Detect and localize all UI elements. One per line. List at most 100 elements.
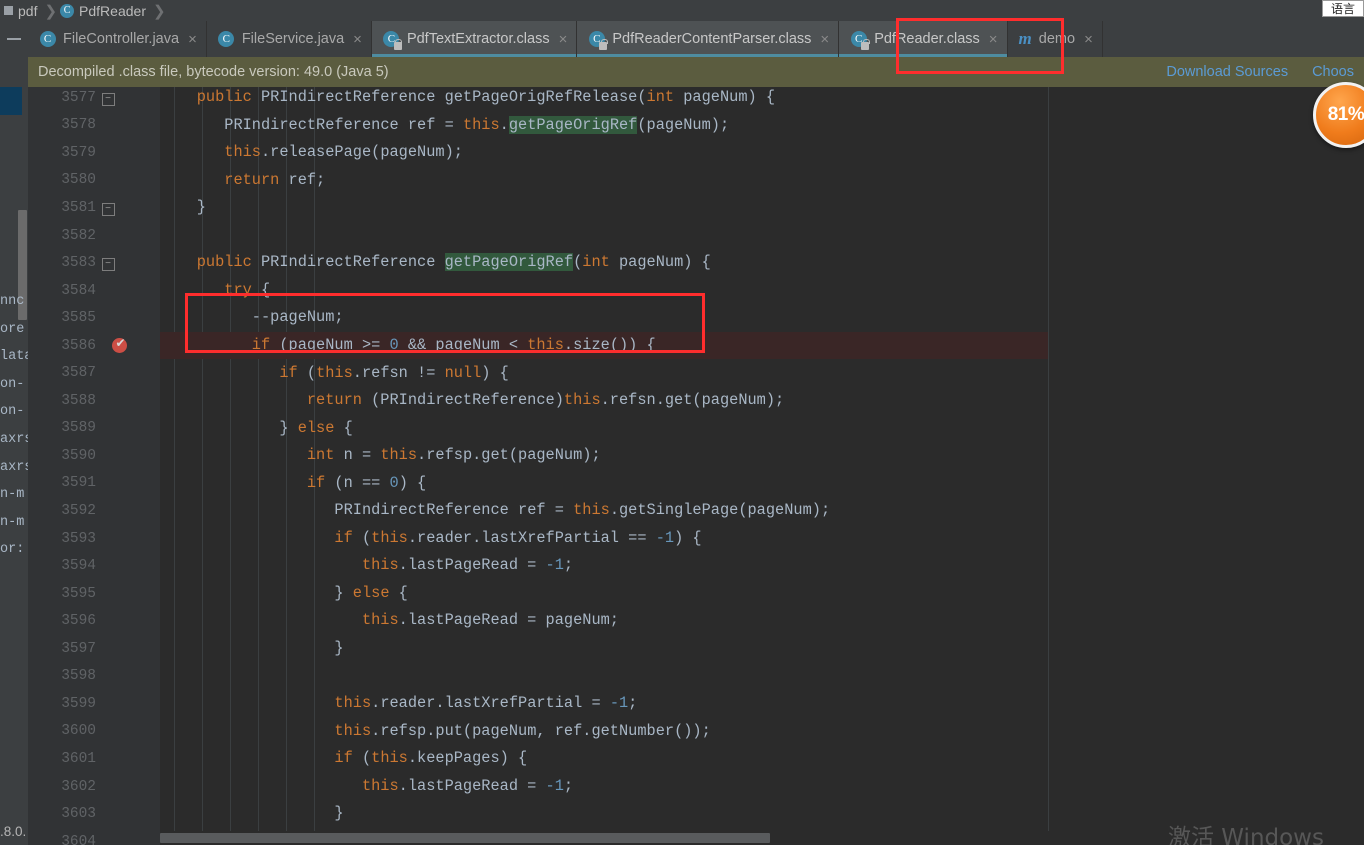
gutter-row[interactable]: 3590 <box>28 442 160 470</box>
line-number: 3593 <box>61 530 96 547</box>
code-token: this <box>371 749 408 768</box>
decompiled-notice-bar: Decompiled .class file, bytecode version… <box>28 57 1364 87</box>
tab-close-icon[interactable]: × <box>820 32 829 47</box>
code-token: if <box>279 363 298 382</box>
line-number: 3602 <box>61 778 96 795</box>
breakpoint-icon[interactable]: ✔ <box>112 337 127 353</box>
gutter-row[interactable]: 3604 <box>28 828 160 845</box>
gutter-row[interactable]: 3582 <box>28 222 160 250</box>
breadcrumb-item-module[interactable]: pdf <box>4 0 39 21</box>
code-editor[interactable]: 3577−3578 3579 3580 3581−3582 3583−3584 3585 3… <box>28 87 1364 845</box>
code-token: pageNum) { <box>609 253 711 272</box>
editor-gutter[interactable]: 3577−3578 3579 3580 3581−3582 3583−3584 3585 3… <box>28 87 160 845</box>
tab-close-icon[interactable]: × <box>989 32 998 47</box>
tab-close-icon[interactable]: × <box>188 32 197 47</box>
gutter-row[interactable]: 3589 <box>28 415 160 443</box>
code-token: this <box>361 556 399 575</box>
left-panel-clipped-labels: nnc ore latal on-on-axrs axrs n-m n-m or: <box>0 288 28 564</box>
gutter-row[interactable]: 3578 <box>28 112 160 140</box>
tab-label: PdfReaderContentParser.class <box>612 31 812 47</box>
line-number: 3583 <box>61 255 96 272</box>
gutter-row[interactable]: 3601 <box>28 745 160 773</box>
tab-pdf-text-extractor[interactable]: C PdfTextExtractor.class × <box>371 21 578 57</box>
code-token: .releasePage(pageNum); <box>260 143 463 162</box>
code-token: ( <box>352 528 372 547</box>
lock-icon <box>599 38 608 50</box>
gutter-row[interactable]: 3600 <box>28 718 160 746</box>
language-popup-chip[interactable]: 语言 <box>1322 0 1364 17</box>
left-panel-clipped-label: axrs <box>0 459 28 475</box>
gutter-row[interactable]: 3602 <box>28 773 160 801</box>
line-number: 3597 <box>61 640 96 657</box>
tab-file-service[interactable]: C FileService.java × <box>206 21 372 57</box>
code-token: if <box>334 749 353 768</box>
tab-pdf-reader-content-parser[interactable]: C PdfReaderContentParser.class × <box>577 21 840 57</box>
gutter-row[interactable]: 3596 <box>28 607 160 635</box>
gutter-row[interactable]: 3595 <box>28 580 160 608</box>
gutter-row[interactable]: 3580 <box>28 167 160 195</box>
tab-pdf-reader[interactable]: C PdfReader.class × <box>839 21 1008 57</box>
gutter-row[interactable]: 3586 <box>28 332 160 360</box>
breadcrumb-item-class[interactable]: C PdfReader <box>60 0 148 21</box>
code-token: } <box>334 639 344 657</box>
fold-marker[interactable]: − <box>98 90 118 106</box>
tab-close-icon[interactable]: × <box>559 32 568 47</box>
code-token: this <box>380 446 418 465</box>
gutter-row[interactable]: 3584 <box>28 277 160 305</box>
gutter-row[interactable]: 3591 <box>28 470 160 498</box>
code-token: this <box>371 528 408 547</box>
left-strip-selection[interactable] <box>0 87 22 115</box>
code-token: int <box>582 253 610 272</box>
gutter-row[interactable]: 3588 <box>28 387 160 415</box>
line-number: 3603 <box>61 806 96 823</box>
gutter-row[interactable]: 3583− <box>28 249 160 277</box>
gutter-row[interactable]: 3581− <box>28 194 160 222</box>
gutter-row[interactable]: 3599 <box>28 690 160 718</box>
code-token: 0 <box>389 473 399 492</box>
tab-close-icon[interactable]: × <box>353 32 362 47</box>
editor-code-area[interactable]: public PRIndirectReference getPageOrigRe… <box>160 87 1364 845</box>
code-token: this <box>563 391 601 410</box>
code-token: this <box>316 363 353 382</box>
gutter-row[interactable]: 3585 <box>28 304 160 332</box>
tab-file-controller[interactable]: C FileController.java × <box>28 21 207 57</box>
code-token: { <box>251 280 271 299</box>
gutter-row[interactable]: 3579 <box>28 139 160 167</box>
line-number: 3599 <box>61 695 96 712</box>
gutter-row[interactable]: 3597 <box>28 635 160 663</box>
line-number: 3600 <box>61 723 96 740</box>
java-class-icon: C <box>218 31 235 48</box>
code-token: this <box>462 115 500 134</box>
choose-sources-link[interactable]: Choos <box>1312 64 1354 80</box>
tab-demo[interactable]: m demo × <box>1007 21 1103 57</box>
gutter-row[interactable]: 3598 <box>28 663 160 691</box>
tab-collapse-button[interactable] <box>0 21 28 57</box>
breadcrumb-separator-2: ❯ <box>152 2 166 20</box>
code-token: int <box>646 88 675 106</box>
line-number: 3596 <box>61 613 96 630</box>
code-token: else <box>352 583 390 602</box>
code-token: ( <box>352 749 372 768</box>
code-token: } <box>334 583 353 602</box>
fold-marker[interactable]: − <box>98 255 118 272</box>
left-panel-clipped-label: n-m <box>0 487 25 503</box>
gutter-row[interactable]: 3577− <box>28 87 160 112</box>
code-token: . <box>499 115 509 134</box>
gutter-row[interactable]: 3592 <box>28 497 160 525</box>
gutter-row[interactable]: 3587 <box>28 360 160 388</box>
gutter-row[interactable]: 3593 <box>28 525 160 553</box>
fold-marker[interactable]: − <box>98 200 118 216</box>
decompiled-class-icon: C <box>850 31 870 50</box>
code-token: PRIndirectReference getPageOrigRefReleas… <box>251 88 647 106</box>
line-number: 3585 <box>61 310 96 327</box>
tab-close-icon[interactable]: × <box>1084 32 1093 47</box>
line-number: 3594 <box>61 558 96 575</box>
gutter-row[interactable]: 3594 <box>28 552 160 580</box>
download-sources-link[interactable]: Download Sources <box>1166 64 1288 80</box>
editor-horizontal-scrollbar-thumb[interactable] <box>160 833 770 843</box>
gutter-row[interactable]: 3603 <box>28 800 160 828</box>
lock-icon <box>861 38 870 50</box>
